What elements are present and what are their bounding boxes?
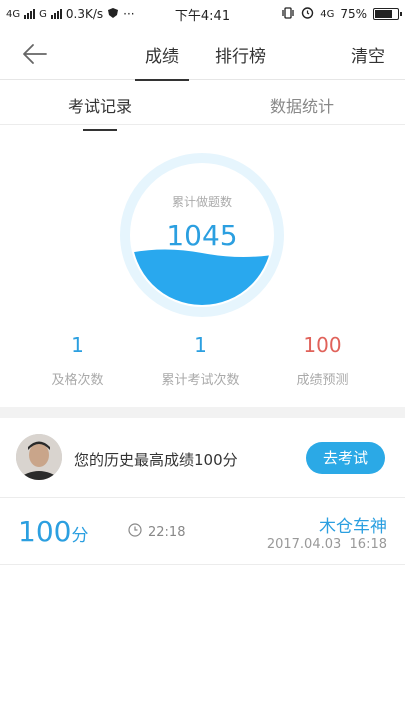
stat-value: 100 (303, 333, 342, 357)
stat-label: 成绩预测 (296, 373, 349, 388)
alarm-icon (301, 6, 314, 22)
best-score-text: 您的历史最高成绩100分 (74, 451, 238, 469)
avatar (16, 434, 62, 480)
stat-label: 及格次数 (51, 373, 104, 388)
gauge-value: 1045 (166, 219, 238, 252)
record-score: 100分 (18, 515, 88, 548)
stat-exam-count: 1 累计考试次数 (133, 333, 268, 388)
vibrate-icon (281, 6, 295, 22)
record-duration: 22:18 (128, 523, 185, 541)
sub-tabs: 考试记录 数据统计 (0, 81, 405, 131)
tab-scores[interactable]: 成绩 (135, 42, 189, 81)
record-score-unit: 分 (71, 526, 89, 546)
go-exam-button[interactable]: 去考试 (306, 442, 385, 474)
status-right: 4G 75% (281, 0, 402, 28)
subtab-data-stats[interactable]: 数据统计 (270, 93, 334, 117)
subtab-exam-records[interactable]: 考试记录 (68, 93, 132, 131)
network-label: 4G (320, 8, 335, 20)
stat-label: 累计考试次数 (161, 373, 240, 388)
exam-record-item[interactable]: 100分 22:18 木仓车神 2017.04.03 16:18 (0, 499, 405, 565)
gauge-label: 累计做题数 (171, 195, 232, 209)
back-arrow-icon[interactable] (20, 40, 50, 68)
record-duration-value: 22:18 (148, 524, 186, 540)
stat-value: 1 (194, 333, 207, 357)
battery-percent: 75% (340, 7, 367, 21)
nav-bar: 成绩 排行榜 清空 (0, 28, 405, 81)
tab-ranking[interactable]: 排行榜 (215, 42, 266, 67)
battery-icon (373, 8, 402, 20)
clear-button[interactable]: 清空 (351, 42, 385, 67)
section-divider (0, 407, 405, 418)
record-score-value: 100 (18, 515, 72, 548)
record-user-name: 木仓车神 (319, 517, 387, 537)
record-date: 2017.04.03 16:18 (266, 537, 387, 552)
best-score-row: 您的历史最高成绩100分 去考试 (0, 418, 405, 498)
stat-value: 1 (71, 333, 84, 357)
status-bar: 4G G 0.3K/s ··· 下午4:41 4G 75% (0, 0, 405, 28)
question-count-gauge: 累计做题数 1045 (120, 153, 284, 317)
stats-row: 1 及格次数 1 累计考试次数 100 成绩预测 (0, 333, 405, 393)
stat-pass-count: 1 及格次数 (10, 333, 145, 388)
stat-score-prediction: 100 成绩预测 (255, 333, 390, 388)
clock-icon (128, 523, 142, 541)
